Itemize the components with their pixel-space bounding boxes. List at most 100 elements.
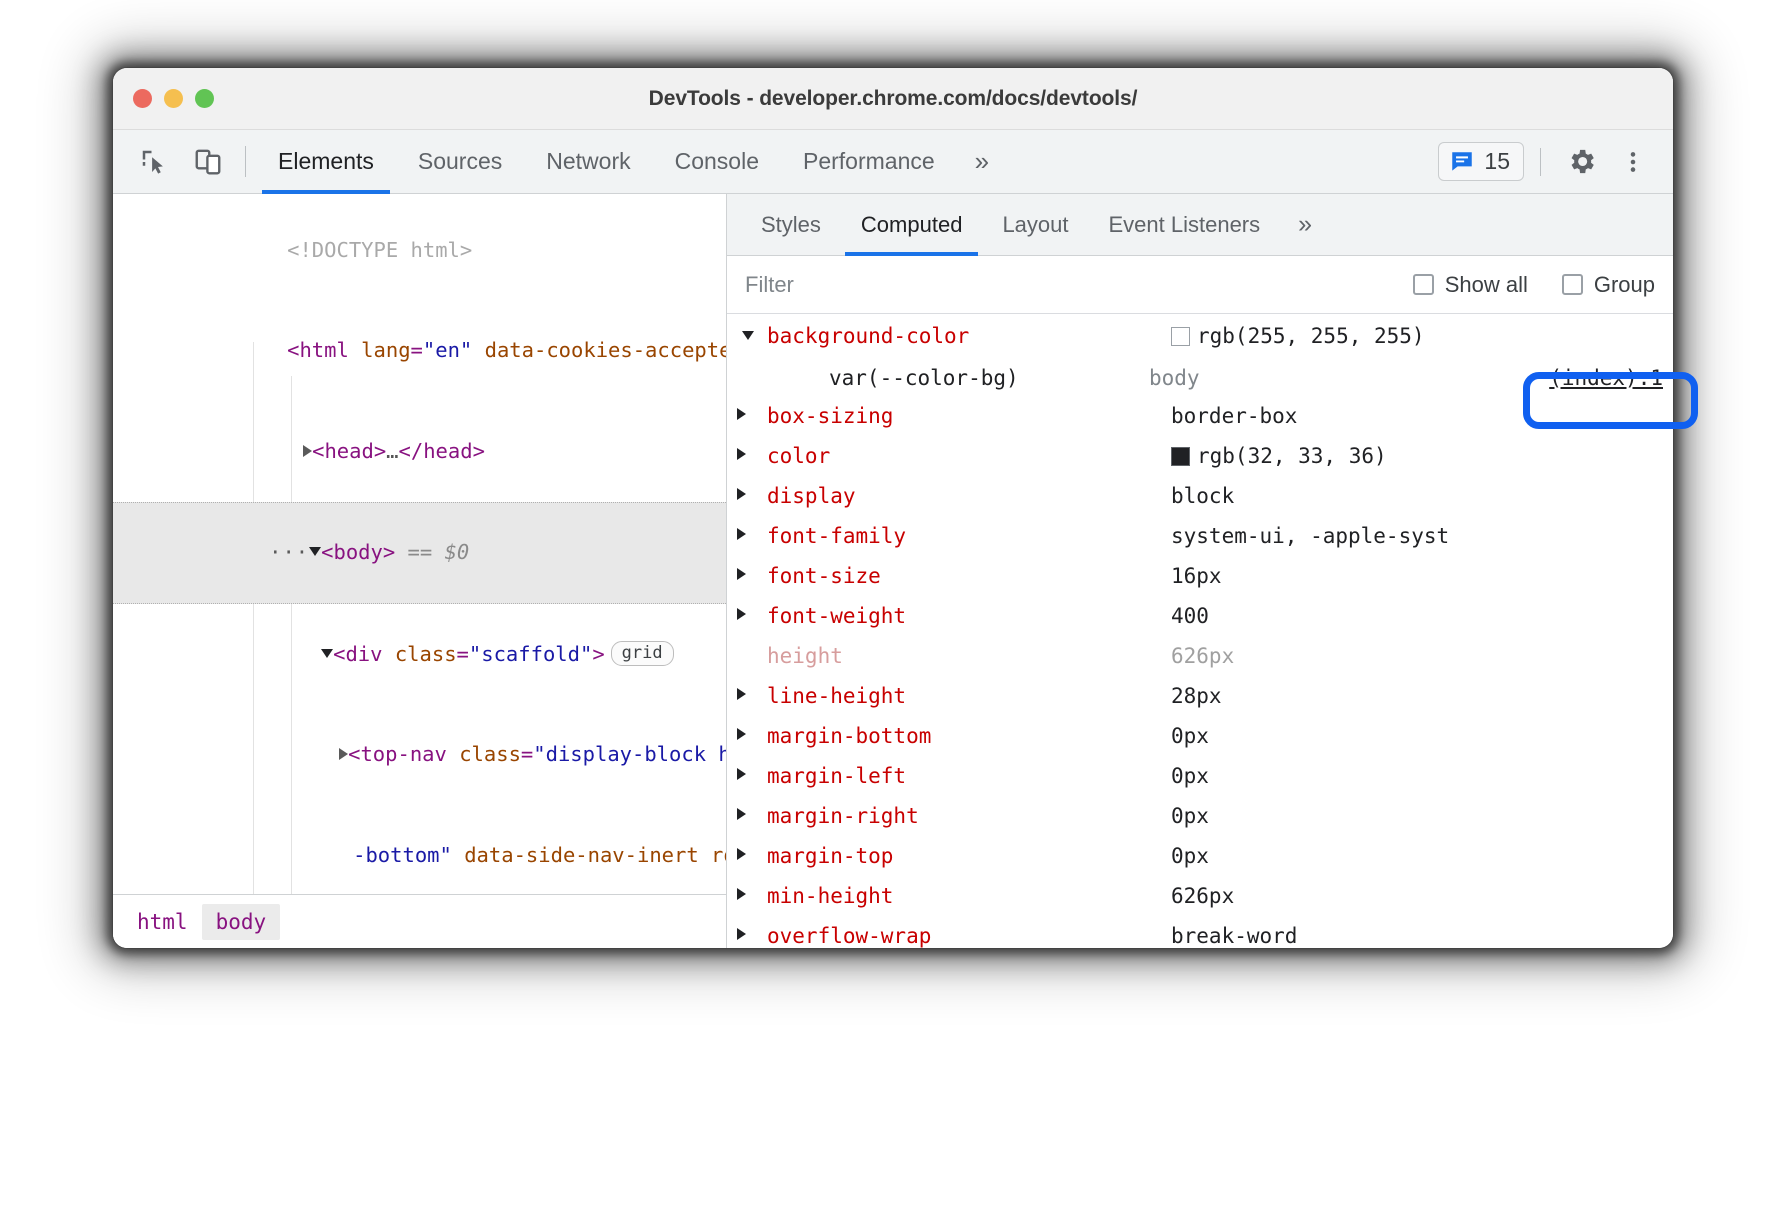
dom-line-head[interactable]: <head>…</head>: [113, 401, 726, 502]
property-row-background-color[interactable]: background-color rgb(255, 255, 255): [727, 318, 1673, 358]
traffic-lights: [133, 68, 214, 129]
trace-selector: body: [1149, 366, 1349, 390]
inspect-cursor-icon[interactable]: [127, 130, 181, 193]
tab-styles-label: Styles: [761, 212, 821, 238]
more-tabs-chevron-icon[interactable]: »: [957, 130, 1007, 193]
tab-elements[interactable]: Elements: [256, 130, 396, 193]
property-row-margin-right[interactable]: margin-right 0px: [727, 798, 1673, 838]
checkbox-square-icon[interactable]: [1562, 274, 1583, 295]
dom-line-doctype[interactable]: <!DOCTYPE html>: [113, 200, 726, 301]
property-name-margin-bottom: margin-bottom: [759, 718, 1171, 748]
property-name-font-size: font-size: [759, 558, 1171, 588]
property-value-box-sizing: border-box: [1171, 404, 1297, 428]
tab-network-label: Network: [546, 148, 630, 175]
property-row-box-sizing[interactable]: box-sizing border-box: [727, 398, 1673, 438]
filter-input[interactable]: [743, 271, 1399, 299]
checkbox-square-icon[interactable]: [1413, 274, 1434, 295]
expand-margin-top-triangle-icon[interactable]: [737, 838, 759, 860]
property-trace-background-color: var(--color-bg) body (index):1: [727, 358, 1673, 398]
issues-badge[interactable]: 15: [1438, 142, 1524, 181]
property-row-height[interactable]: height 626px: [727, 638, 1673, 678]
property-value-text: rgb(255, 255, 255): [1197, 324, 1425, 348]
property-row-display[interactable]: display block: [727, 478, 1673, 518]
expand-box-sizing-triangle-icon[interactable]: [737, 398, 759, 420]
dom-line-html[interactable]: <html lang="en" data-cookies-accepted>: [113, 301, 726, 402]
expand-font-size-triangle-icon[interactable]: [737, 558, 759, 580]
expand-min-height-triangle-icon[interactable]: [737, 878, 759, 900]
dom-tree[interactable]: <!DOCTYPE html> <html lang="en" data-coo…: [113, 194, 726, 894]
color-swatch-icon[interactable]: [1171, 327, 1190, 346]
tab-layout-label: Layout: [1002, 212, 1068, 238]
property-name-font-weight: font-weight: [759, 598, 1171, 628]
computed-options: Show all Group: [1413, 272, 1655, 298]
computed-properties-list[interactable]: background-color rgb(255, 255, 255) var(…: [727, 314, 1673, 948]
expand-font-family-triangle-icon[interactable]: [737, 518, 759, 540]
property-value-font-weight: 400: [1171, 604, 1209, 628]
panes-container: <!DOCTYPE html> <html lang="en" data-coo…: [113, 194, 1673, 948]
tab-performance[interactable]: Performance: [781, 130, 957, 193]
expand-line-height-triangle-icon[interactable]: [737, 678, 759, 700]
expand-margin-right-triangle-icon[interactable]: [737, 798, 759, 820]
property-name-margin-right: margin-right: [759, 798, 1171, 828]
expand-display-triangle-icon[interactable]: [737, 478, 759, 500]
property-value-background-color: rgb(255, 255, 255): [1171, 318, 1673, 348]
device-toolbar-icon[interactable]: [181, 130, 235, 193]
property-row-margin-top[interactable]: margin-top 0px: [727, 838, 1673, 878]
collapse-background-color-triangle-icon[interactable]: [737, 318, 759, 340]
property-row-margin-bottom[interactable]: margin-bottom 0px: [727, 718, 1673, 758]
minimize-window-button[interactable]: [164, 89, 183, 108]
expand-overflow-wrap-triangle-icon[interactable]: [737, 918, 759, 940]
tab-console[interactable]: Console: [653, 130, 781, 193]
collapse-body-triangle-icon[interactable]: [309, 547, 321, 556]
show-all-checkbox[interactable]: Show all: [1413, 272, 1528, 298]
group-checkbox[interactable]: Group: [1562, 272, 1655, 298]
expand-font-weight-triangle-icon[interactable]: [737, 598, 759, 620]
breadcrumb-item-body[interactable]: body: [202, 904, 281, 940]
tab-console-label: Console: [675, 148, 759, 175]
property-value-font-family: system-ui, -apple-syst: [1171, 524, 1449, 548]
property-row-font-family[interactable]: font-family system-ui, -apple-syst: [727, 518, 1673, 558]
trace-declared-value: var(--color-bg): [737, 366, 1149, 390]
group-label: Group: [1594, 272, 1655, 298]
expand-margin-left-triangle-icon[interactable]: [737, 758, 759, 780]
gear-icon[interactable]: [1557, 138, 1605, 186]
kebab-menu-icon[interactable]: [1609, 138, 1657, 186]
tab-elements-label: Elements: [278, 148, 374, 175]
tab-layout[interactable]: Layout: [982, 194, 1088, 255]
property-value-display: block: [1171, 484, 1234, 508]
dom-line-topnav-1[interactable]: <top-nav class="display-block hairl: [113, 705, 726, 806]
zoom-window-button[interactable]: [195, 89, 214, 108]
property-row-min-height[interactable]: min-height 626px: [727, 878, 1673, 918]
property-value-height: 626px: [1171, 644, 1234, 668]
property-row-font-size[interactable]: font-size 16px: [727, 558, 1673, 598]
property-row-overflow-wrap[interactable]: overflow-wrap break-word: [727, 918, 1673, 948]
dom-line-body[interactable]: ···<body> == $0: [113, 502, 726, 605]
dom-line-scaffold[interactable]: <div class="scaffold">grid: [113, 604, 726, 705]
tab-sources[interactable]: Sources: [396, 130, 524, 193]
tab-event-listeners[interactable]: Event Listeners: [1089, 194, 1281, 255]
show-all-label: Show all: [1445, 272, 1528, 298]
computed-filter-row: Show all Group: [727, 256, 1673, 314]
breadcrumb-item-html[interactable]: html: [123, 904, 202, 940]
property-row-line-height[interactable]: line-height 28px: [727, 678, 1673, 718]
color-swatch-icon[interactable]: [1171, 447, 1190, 466]
tab-computed[interactable]: Computed: [841, 194, 983, 255]
close-window-button[interactable]: [133, 89, 152, 108]
grid-badge[interactable]: grid: [611, 641, 674, 666]
sidebar-more-tabs-chevron-icon[interactable]: »: [1280, 194, 1330, 255]
dom-line-topnav-2[interactable]: -bottom" data-side-nav-inert role=": [113, 805, 726, 894]
tab-network[interactable]: Network: [524, 130, 652, 193]
tab-styles[interactable]: Styles: [741, 194, 841, 255]
property-row-font-weight[interactable]: font-weight 400: [727, 598, 1673, 638]
property-value-overflow-wrap: break-word: [1171, 924, 1297, 948]
property-row-margin-left[interactable]: margin-left 0px: [727, 758, 1673, 798]
trace-source-link[interactable]: (index):1: [1549, 366, 1673, 390]
expand-head-triangle-icon[interactable]: [303, 445, 312, 457]
screenshot-root: DevTools - developer.chrome.com/docs/dev…: [0, 0, 1786, 1226]
property-row-color[interactable]: color rgb(32, 33, 36): [727, 438, 1673, 478]
expand-color-triangle-icon[interactable]: [737, 438, 759, 460]
expand-topnav-triangle-icon[interactable]: [339, 748, 348, 760]
expand-margin-bottom-triangle-icon[interactable]: [737, 718, 759, 740]
node-options-ellipsis-icon[interactable]: ···: [269, 540, 309, 564]
collapse-scaffold-triangle-icon[interactable]: [321, 649, 333, 658]
